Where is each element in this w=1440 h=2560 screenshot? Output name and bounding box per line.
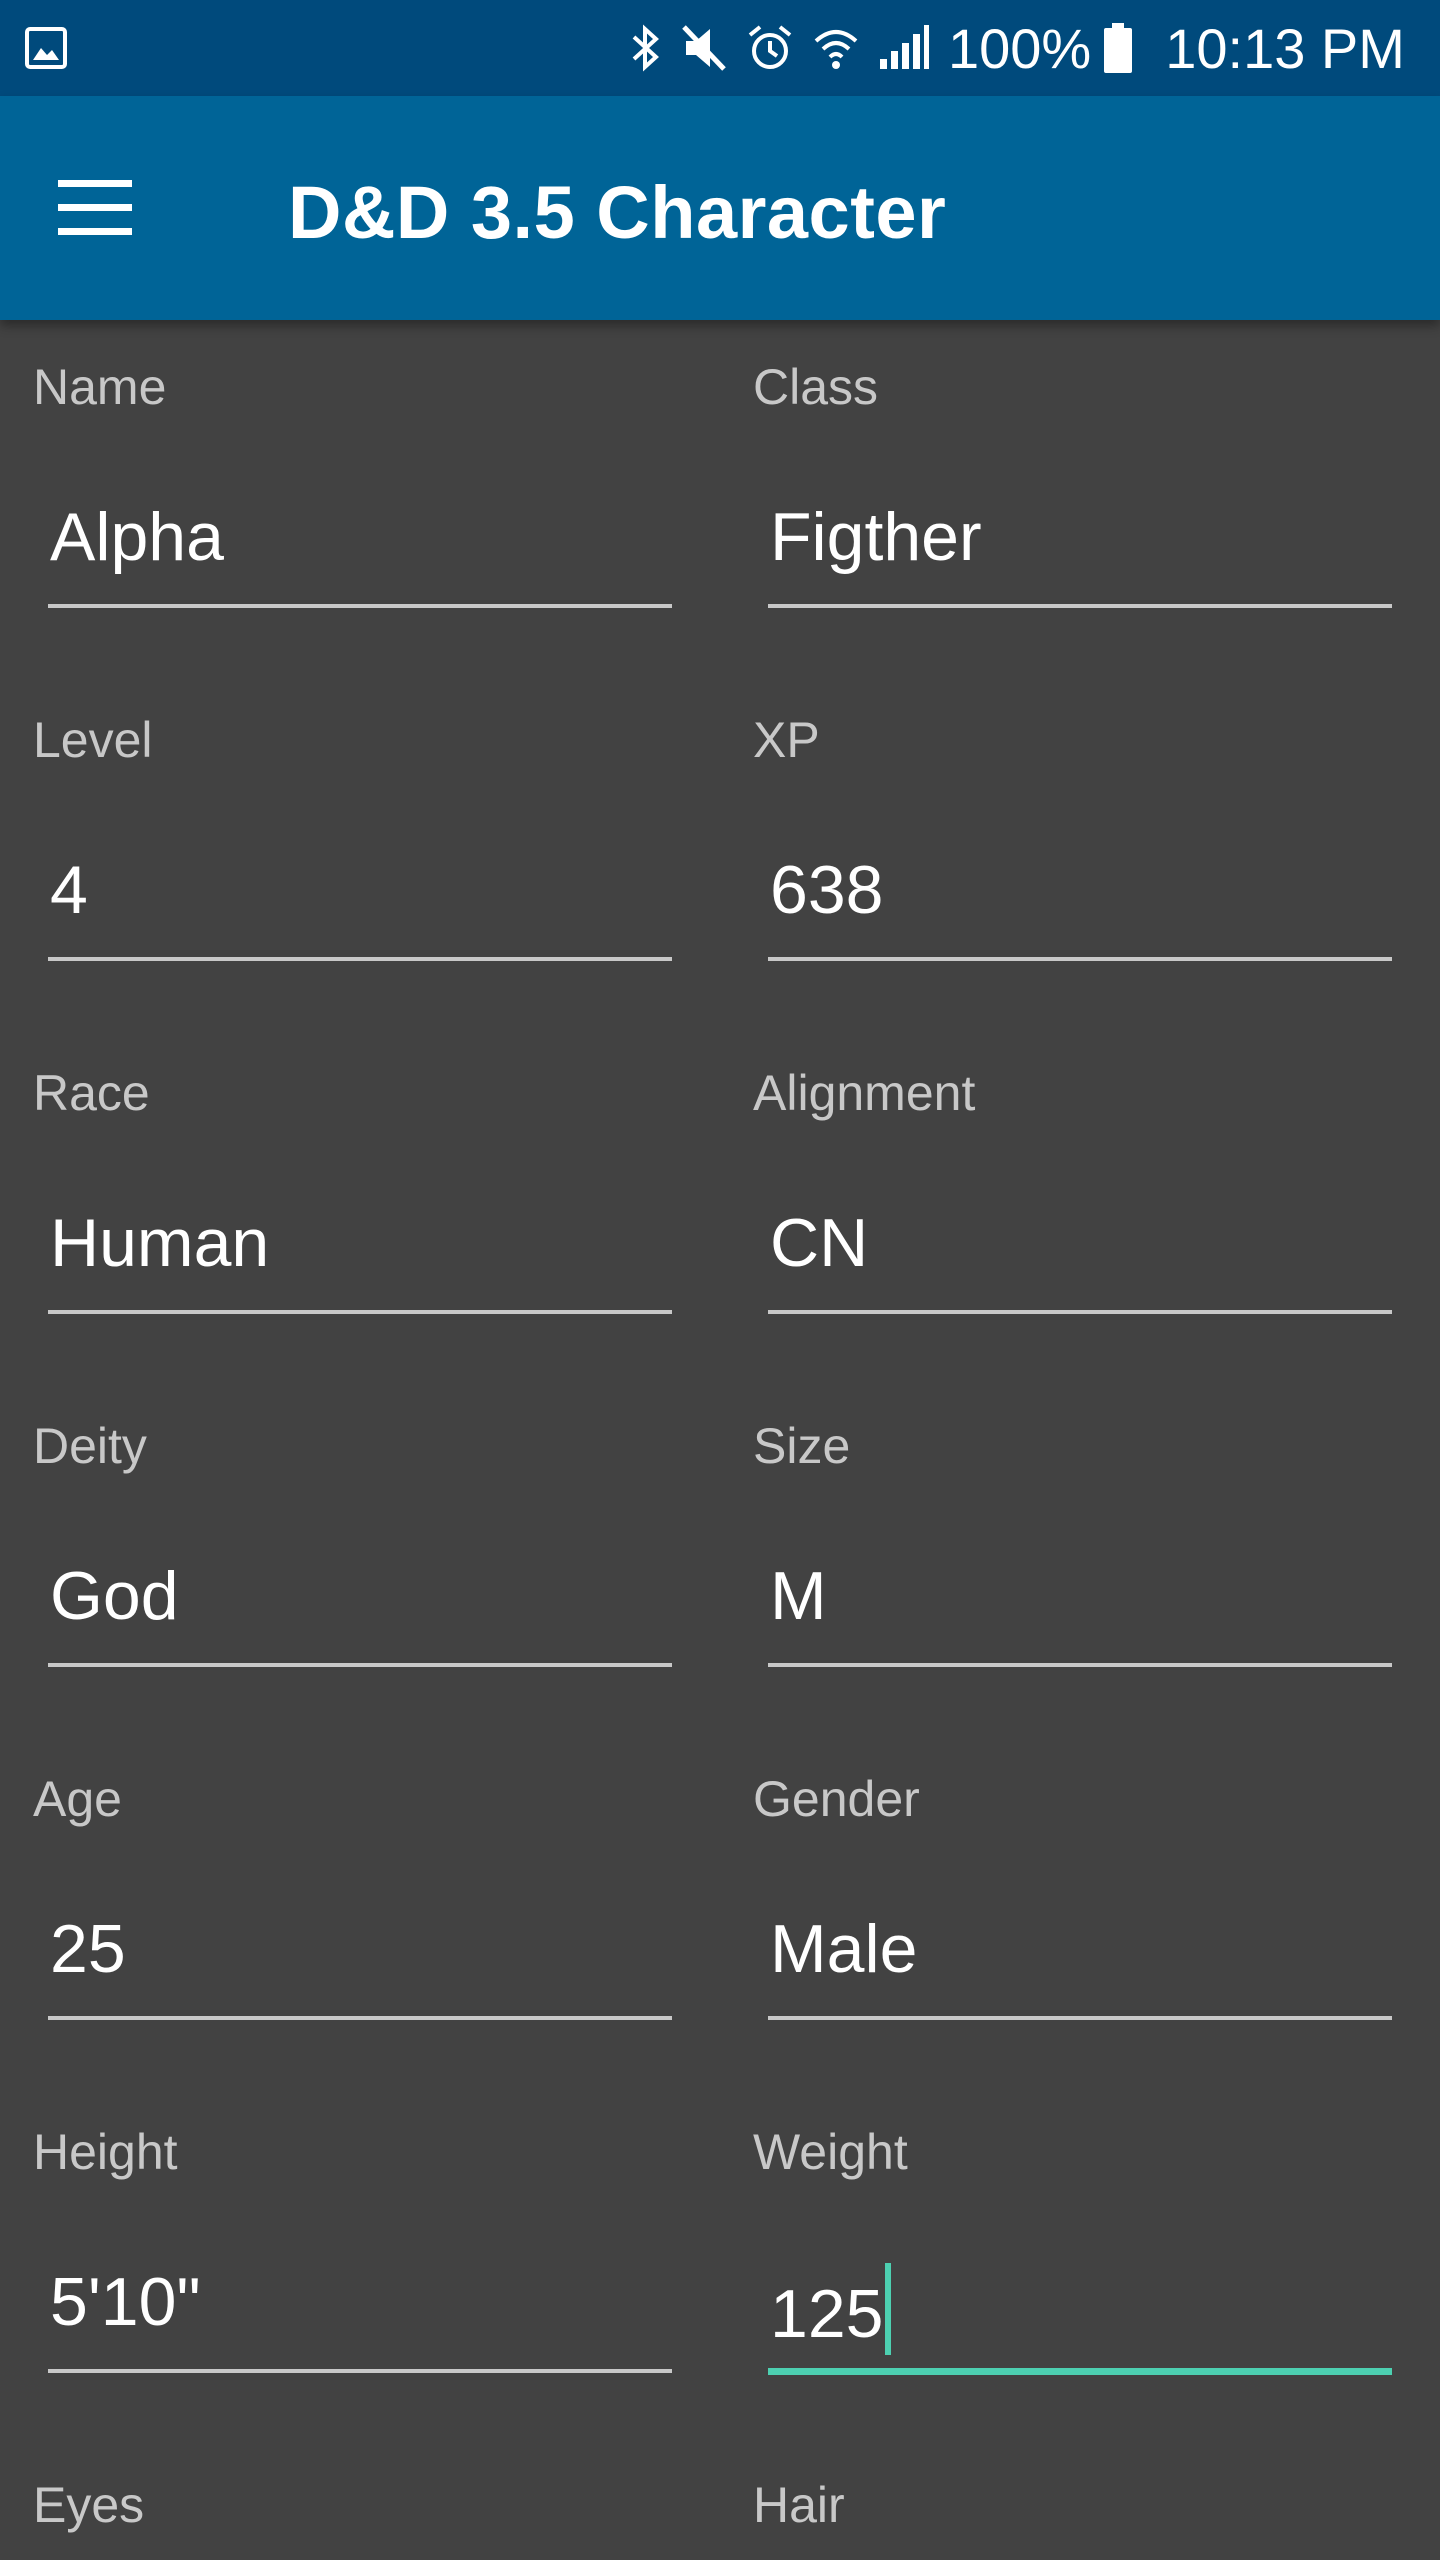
app-bar: D&D 3.5 Character xyxy=(0,96,1440,320)
race-field[interactable]: Race Human xyxy=(0,1026,680,1356)
class-underline xyxy=(768,604,1392,608)
size-field[interactable]: Size M xyxy=(720,1379,1400,1709)
status-bar: 100% 10:13 PM xyxy=(0,0,1440,96)
level-field[interactable]: Level 4 xyxy=(0,673,680,1003)
race-label: Race xyxy=(33,1065,150,1121)
age-underline xyxy=(48,2016,672,2020)
gender-label: Gender xyxy=(753,1771,920,1827)
height-label: Height xyxy=(33,2124,178,2180)
weight-field[interactable]: Weight 125 xyxy=(720,2085,1400,2415)
height-field[interactable]: Height 5'10" xyxy=(0,2085,680,2415)
alignment-underline xyxy=(768,1310,1392,1314)
xp-label: XP xyxy=(753,712,820,768)
eyes-label: Eyes xyxy=(33,2477,145,2533)
clock: 10:13 PM xyxy=(1165,16,1405,80)
class-label: Class xyxy=(753,359,879,415)
alarm-icon xyxy=(748,25,792,69)
weight-input-wrap[interactable]: 125 xyxy=(770,2263,892,2355)
weight-input[interactable]: 125 xyxy=(770,2276,883,2352)
bluetooth-icon xyxy=(632,24,659,72)
gallery-notification-icon xyxy=(25,27,67,69)
name-underline xyxy=(48,604,672,608)
size-underline xyxy=(768,1663,1392,1667)
weight-label: Weight xyxy=(753,2124,908,2180)
mute-icon xyxy=(682,25,726,71)
deity-input[interactable]: God xyxy=(50,1557,179,1635)
xp-underline xyxy=(768,957,1392,961)
name-field[interactable]: Name Alpha xyxy=(0,320,680,650)
battery-icon xyxy=(1104,23,1133,73)
race-input[interactable]: Human xyxy=(50,1204,269,1282)
height-input[interactable]: 5'10" xyxy=(50,2263,201,2341)
alignment-input[interactable]: CN xyxy=(770,1204,868,1282)
xp-field[interactable]: XP 638 xyxy=(720,673,1400,1003)
age-label: Age xyxy=(33,1771,122,1827)
battery-percentage: 100% xyxy=(948,16,1092,80)
weight-underline xyxy=(768,2368,1392,2375)
status-icons: 100% 10:13 PM xyxy=(628,17,1405,80)
deity-label: Deity xyxy=(33,1418,147,1474)
app-title: D&D 3.5 Character xyxy=(288,171,947,254)
level-input[interactable]: 4 xyxy=(50,851,88,929)
size-label: Size xyxy=(753,1418,851,1474)
text-cursor xyxy=(885,2263,892,2355)
deity-underline xyxy=(48,1663,672,1667)
xp-input[interactable]: 638 xyxy=(770,851,883,929)
hair-label: Hair xyxy=(753,2477,845,2533)
gender-input[interactable]: Male xyxy=(770,1910,917,1988)
alignment-field[interactable]: Alignment CN xyxy=(720,1026,1400,1356)
wifi-icon xyxy=(814,30,858,69)
level-label: Level xyxy=(33,712,153,768)
size-input[interactable]: M xyxy=(770,1557,827,1635)
age-input[interactable]: 25 xyxy=(50,1910,126,1988)
gender-underline xyxy=(768,2016,1392,2020)
class-input[interactable]: Figther xyxy=(770,498,982,576)
deity-field[interactable]: Deity God xyxy=(0,1379,680,1709)
hair-field[interactable]: Hair xyxy=(720,2438,1400,2560)
race-underline xyxy=(48,1310,672,1314)
level-underline xyxy=(48,957,672,961)
hamburger-menu-icon[interactable] xyxy=(40,166,150,256)
class-field[interactable]: Class Figther xyxy=(720,320,1400,650)
gender-field[interactable]: Gender Male xyxy=(720,1732,1400,2062)
name-label: Name xyxy=(33,359,167,415)
alignment-label: Alignment xyxy=(753,1065,976,1121)
age-field[interactable]: Age 25 xyxy=(0,1732,680,2062)
height-underline xyxy=(48,2369,672,2373)
signal-icon xyxy=(880,25,929,69)
eyes-field[interactable]: Eyes xyxy=(0,2438,680,2560)
name-input[interactable]: Alpha xyxy=(50,498,224,576)
